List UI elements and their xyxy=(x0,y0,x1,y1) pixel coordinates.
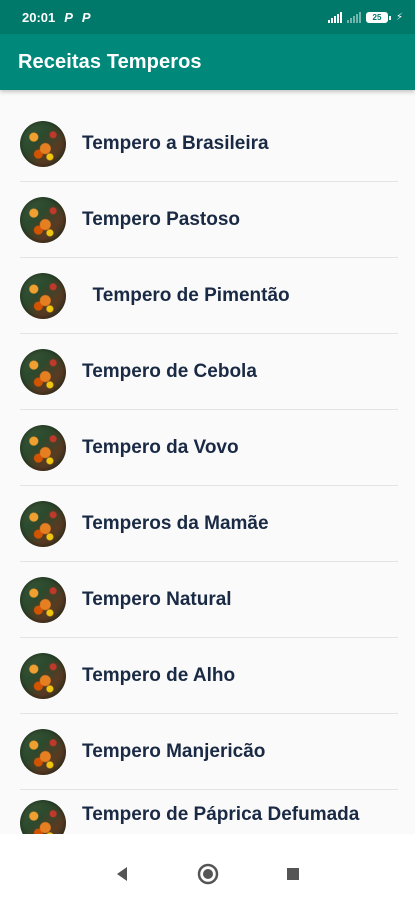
list-item-label: Tempero de Cebola xyxy=(82,361,257,382)
app-title: Receitas Temperos xyxy=(18,50,202,73)
recents-icon xyxy=(287,868,299,880)
list-item-label: Tempero a Brasileira xyxy=(82,133,269,154)
battery-icon: 25 xyxy=(365,11,391,23)
spice-thumbnail xyxy=(20,349,66,395)
list-item-label: Tempero da Vovo xyxy=(82,437,239,458)
list-item-label: Tempero de Pimentão xyxy=(82,285,290,306)
list-item[interactable]: Tempero de Pimentão xyxy=(0,258,415,334)
home-icon xyxy=(197,863,219,885)
spice-thumbnail xyxy=(20,425,66,471)
spice-thumbnail xyxy=(20,121,66,167)
battery-level: 25 xyxy=(372,12,382,22)
list-item[interactable]: Tempero Natural xyxy=(0,562,415,638)
spice-thumbnail xyxy=(20,501,66,547)
spice-thumbnail xyxy=(20,800,66,834)
status-left: 20:01 P P xyxy=(22,10,91,25)
home-button[interactable] xyxy=(197,863,219,885)
system-nav-bar xyxy=(0,848,415,900)
spice-thumbnail xyxy=(20,729,66,775)
spice-thumbnail xyxy=(20,577,66,623)
list-item[interactable]: Tempero de Cebola xyxy=(0,334,415,410)
list-item-label: Tempero Manjericão xyxy=(82,741,266,762)
list-item[interactable]: Tempero a Brasileira xyxy=(0,106,415,182)
signal-icon xyxy=(346,11,361,23)
list-item-label: Tempero de Alho xyxy=(82,665,236,686)
spice-thumbnail xyxy=(20,197,66,243)
notification-icon: P xyxy=(81,9,91,25)
notification-icon: P xyxy=(64,9,73,25)
list-item-label: Tempero Natural xyxy=(82,589,232,610)
back-icon xyxy=(117,867,127,881)
status-time: 20:01 xyxy=(22,9,56,25)
status-right: 25 ⚡ xyxy=(327,11,403,23)
list-item-label: Tempero Pastoso xyxy=(82,209,241,230)
list-item-label: Tempero de Páprica Defumada xyxy=(82,804,360,825)
back-button[interactable] xyxy=(112,864,132,884)
list-item[interactable]: Temperos da Mamãe xyxy=(0,486,415,562)
status-bar: 20:01 P P 25 ⚡ xyxy=(0,0,415,34)
spice-thumbnail xyxy=(20,653,66,699)
list-item[interactable]: Tempero de Páprica Defumada xyxy=(0,790,415,834)
charging-icon: ⚡ xyxy=(395,11,403,23)
list-item[interactable]: Tempero Manjericão xyxy=(0,714,415,790)
list-item-label: Temperos da Mamãe xyxy=(82,513,269,534)
recents-button[interactable] xyxy=(284,865,302,883)
list-item[interactable]: Tempero Pastoso xyxy=(0,182,415,258)
app-bar: Receitas Temperos xyxy=(0,34,415,90)
list-item[interactable]: Tempero da Vovo xyxy=(0,410,415,486)
signal-icon xyxy=(327,11,342,23)
recipe-list[interactable]: Tempero a Brasileira Tempero Pastoso Tem… xyxy=(0,90,415,834)
spice-thumbnail xyxy=(20,273,66,319)
list-item[interactable]: Tempero de Alho xyxy=(0,638,415,714)
